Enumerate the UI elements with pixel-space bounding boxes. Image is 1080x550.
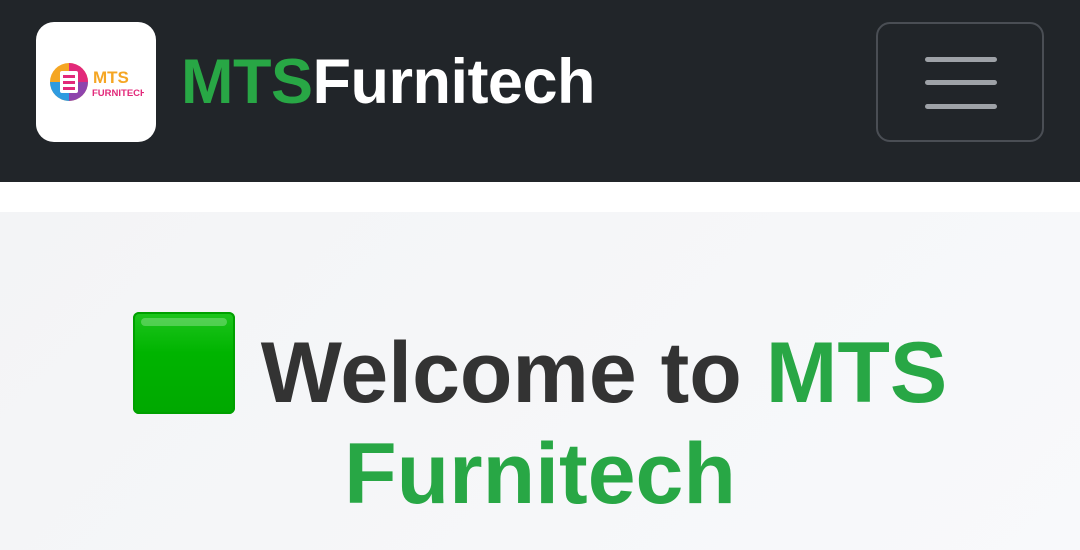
hero-title: Welcome to MTS Furnitech	[0, 312, 1080, 525]
logo-text-furnitech: FURNITECH	[92, 88, 144, 99]
brand-name: MTSFurnitech	[181, 50, 595, 114]
brand-link[interactable]: MTS FURNITECH MTSFurnitech	[36, 22, 595, 142]
logo-text-mts: MTS	[93, 68, 129, 87]
hero-title-prefix: Welcome to	[260, 325, 766, 421]
brand-name-accent: MTS	[181, 46, 313, 117]
hero-title-accent-mts: MTS	[765, 325, 948, 421]
menu-toggle-button[interactable]	[876, 22, 1044, 142]
mts-logo-icon: MTS FURNITECH	[50, 63, 144, 101]
navbar: MTS FURNITECH MTSFurnitech	[0, 0, 1080, 182]
hero-section: Welcome to MTS Furnitech	[0, 212, 1080, 550]
brand-logo: MTS FURNITECH	[36, 22, 156, 142]
green-square-icon	[132, 312, 235, 414]
brand-name-rest: Furnitech	[312, 46, 595, 117]
hero-title-accent-furnitech: Furnitech	[344, 426, 736, 522]
